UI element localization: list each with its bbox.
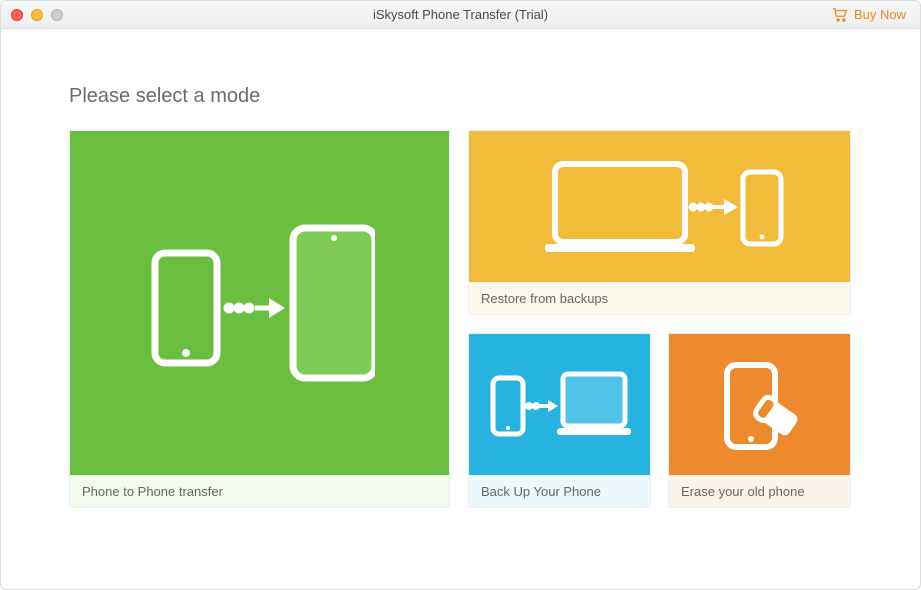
titlebar: iSkysoft Phone Transfer (Trial) Buy Now (1, 1, 920, 29)
mode-backup[interactable]: Back Up Your Phone (468, 333, 651, 508)
right-column: Restore from backups (468, 130, 852, 508)
phone-to-phone-icon (70, 131, 449, 475)
mode-phone-to-phone-label: Phone to Phone transfer (70, 475, 449, 507)
app-title: iSkysoft Phone Transfer (Trial) (1, 7, 920, 22)
minimize-window-button[interactable] (31, 9, 43, 21)
window-controls (1, 9, 63, 21)
restore-icon (469, 131, 850, 282)
mode-backup-label: Back Up Your Phone (469, 475, 650, 507)
mode-grid: Phone to Phone transfer (69, 130, 852, 508)
cart-icon (832, 8, 848, 22)
page-heading: Please select a mode (69, 85, 852, 108)
buy-now-label: Buy Now (854, 7, 906, 22)
right-bottom-row: Back Up Your Phone (468, 333, 852, 508)
backup-icon (469, 334, 650, 475)
buy-now-button[interactable]: Buy Now (832, 7, 906, 22)
app-window: iSkysoft Phone Transfer (Trial) Buy Now … (0, 0, 921, 590)
mode-erase-label: Erase your old phone (669, 475, 850, 507)
content-area: Please select a mode (1, 29, 920, 589)
mode-phone-to-phone[interactable]: Phone to Phone transfer (69, 130, 450, 508)
close-window-button[interactable] (11, 9, 23, 21)
mode-restore-label: Restore from backups (469, 282, 850, 314)
maximize-window-button (51, 9, 63, 21)
erase-icon (669, 334, 850, 475)
mode-erase[interactable]: Erase your old phone (668, 333, 851, 508)
mode-restore[interactable]: Restore from backups (468, 130, 851, 315)
